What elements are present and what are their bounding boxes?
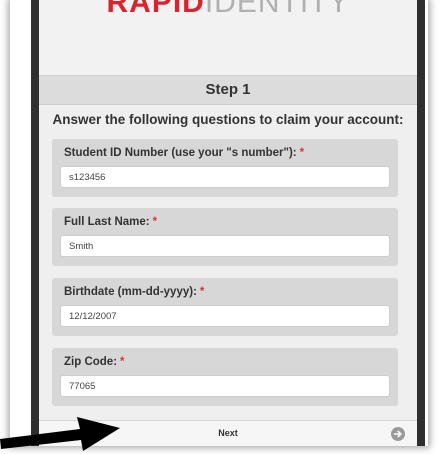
arrow-right-circle-icon: [391, 427, 405, 441]
birthdate-label: Birthdate (mm-dd-yyyy): *: [64, 286, 204, 298]
logo: RAPIDIDENTITY: [39, 0, 417, 20]
last-name-label: Full Last Name: *: [64, 216, 157, 228]
birthdate-label-text: Birthdate (mm-dd-yyyy):: [64, 286, 197, 298]
last-name-label-text: Full Last Name:: [64, 216, 150, 228]
zip-code-label: Zip Code: *: [64, 356, 125, 368]
browser-frame: RAPIDIDENTITY Step 1 Answer the followin…: [10, 0, 428, 446]
student-id-field: Student ID Number (use your "s number"):…: [52, 139, 398, 197]
required-marker: *: [199, 286, 205, 298]
student-id-label: Student ID Number (use your "s number"):…: [64, 147, 304, 159]
logo-header: RAPIDIDENTITY: [39, 0, 417, 75]
zip-code-field: Zip Code: *: [52, 348, 398, 406]
birthdate-input[interactable]: [60, 305, 390, 327]
student-id-input[interactable]: [60, 166, 390, 188]
step-title: Step 1: [39, 75, 417, 105]
instructions-text: Answer the following questions to claim …: [52, 112, 404, 127]
arrow-right-glyph: [393, 430, 402, 438]
last-name-input[interactable]: [60, 235, 390, 257]
claim-account-form: RAPIDIDENTITY Step 1 Answer the followin…: [39, 0, 417, 446]
required-marker: *: [120, 356, 125, 368]
right-border: [417, 0, 425, 446]
required-marker: *: [152, 216, 158, 228]
required-marker: *: [299, 147, 305, 159]
logo-identity: IDENTITY: [204, 0, 350, 19]
last-name-field: Full Last Name: *: [52, 208, 398, 266]
zip-code-input[interactable]: [60, 375, 390, 397]
zip-code-label-text: Zip Code:: [64, 356, 118, 368]
birthdate-field: Birthdate (mm-dd-yyyy): *: [52, 278, 398, 336]
logo-rapid: RAPID: [106, 0, 205, 19]
student-id-label-text: Student ID Number (use your "s number"):: [64, 147, 297, 159]
pointer-arrow-icon: [0, 417, 120, 451]
left-border: [31, 0, 39, 446]
